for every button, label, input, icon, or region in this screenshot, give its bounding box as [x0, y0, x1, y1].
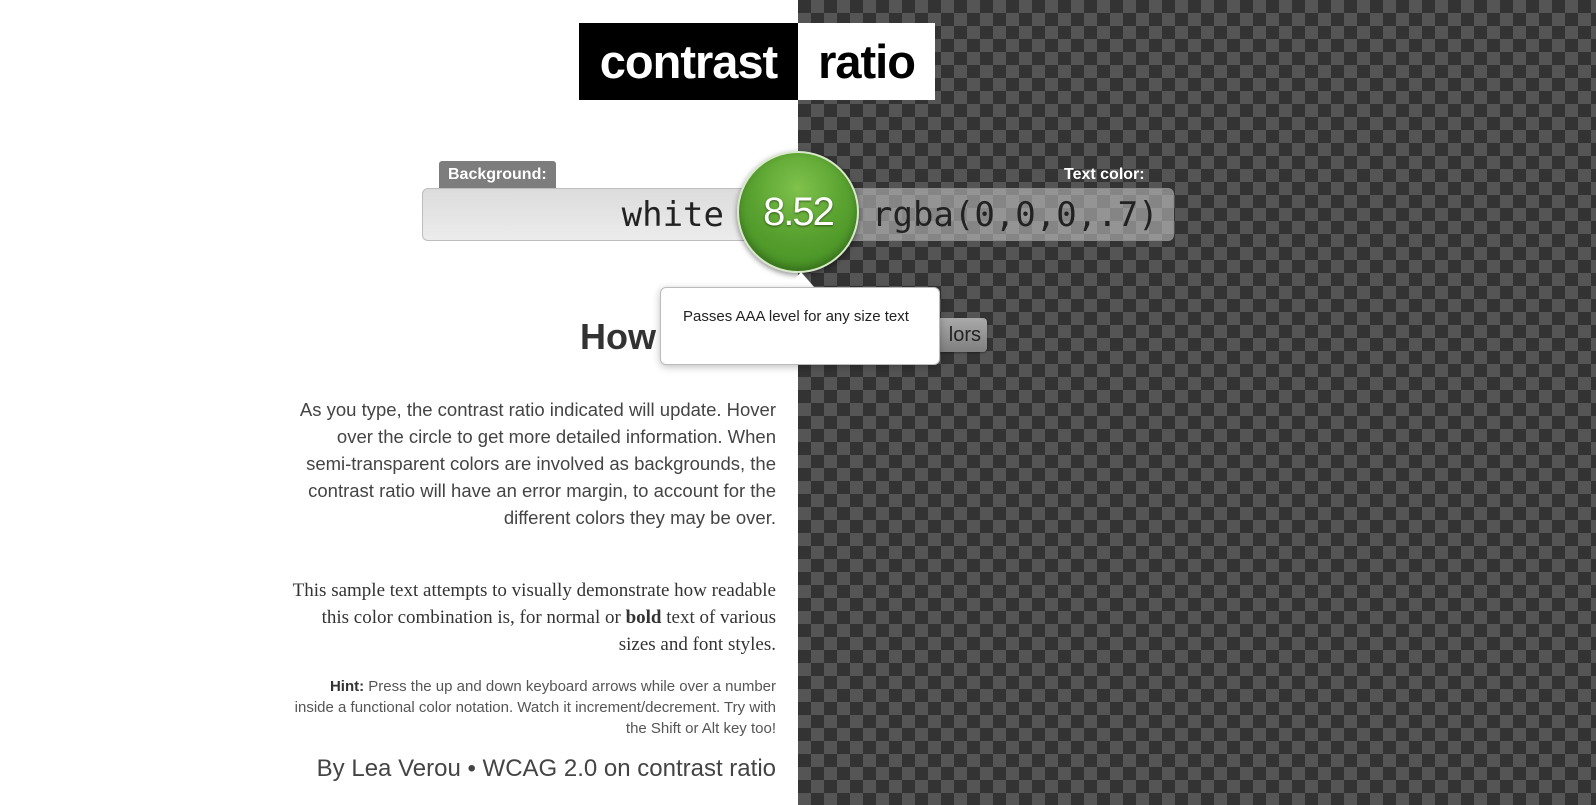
sample-text-paragraph: This sample text attempts to visually de… [290, 577, 776, 658]
checkerboard-pane [798, 0, 1596, 805]
contrast-ratio-value: 8.52 [763, 189, 835, 234]
logo-word-contrast: contrast [579, 23, 798, 100]
sample-text-bold: bold [625, 607, 662, 628]
text-color-label: Text color: [1064, 166, 1145, 183]
tooltip-arrow [787, 272, 815, 288]
wcag-link[interactable]: WCAG 2.0 on contrast ratio [483, 755, 776, 782]
footer: By Lea Verou • WCAG 2.0 on contrast rati… [317, 755, 776, 783]
contrast-ratio-circle[interactable]: 8.52 [737, 151, 859, 273]
author-link[interactable]: Lea Verou [351, 755, 460, 782]
footer-by: By [316, 755, 352, 782]
contrast-tooltip: Passes AAA level for any size text [660, 287, 940, 365]
background-label: Background: [439, 161, 556, 189]
logo: contrast ratio [579, 23, 935, 100]
hint-text: Press the up and down keyboard arrows wh… [294, 678, 776, 737]
text-color-input[interactable] [870, 193, 1154, 236]
hint-paragraph: Hint: Press the up and down keyboard arr… [290, 676, 776, 739]
background-input[interactable] [442, 193, 726, 236]
section-heading: How [580, 316, 656, 357]
hint-label: Hint: [329, 678, 365, 695]
explanation-paragraph: As you type, the contrast ratio indicate… [299, 399, 776, 528]
logo-word-ratio: ratio [798, 23, 935, 100]
footer-separator: • [460, 755, 483, 782]
